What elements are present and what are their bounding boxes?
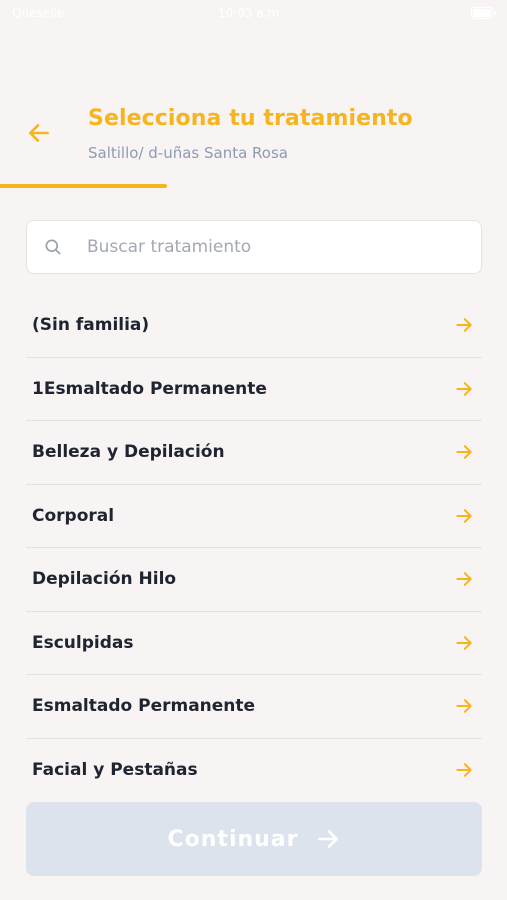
treatment-selection-screen: Queselle 10:03 a.m. Selecciona tu tratam…: [0, 0, 507, 900]
page-title: Selecciona tu tratamiento: [88, 106, 413, 131]
list-item[interactable]: (Sin familia): [26, 294, 482, 358]
arrow-right-icon: [456, 699, 472, 714]
continue-button-label: Continuar: [167, 826, 299, 852]
arrow-right-icon: [456, 318, 472, 333]
search-box[interactable]: [26, 220, 482, 274]
location-subtitle: Saltillo/ d-uñas Santa Rosa: [88, 144, 288, 162]
step-progress-bar: [0, 184, 507, 188]
treatment-family-list: (Sin familia) 1Esmaltado Permanente Bellez…: [26, 294, 482, 802]
carrier-label: Queselle: [12, 6, 65, 20]
arrow-left-icon: [29, 124, 49, 142]
list-item-label: Esmaltado Permanente: [32, 696, 256, 717]
status-bar: Queselle 10:03 a.m.: [0, 0, 507, 28]
list-item[interactable]: Corporal: [26, 485, 482, 548]
list-item[interactable]: Facial y Pestañas: [26, 739, 482, 803]
list-item-label: Esculpidas: [32, 632, 134, 653]
arrow-right-icon: [456, 445, 472, 460]
step-progress-fill: [0, 184, 168, 188]
list-item-label: Belleza y Depilación: [32, 442, 225, 463]
search-input[interactable]: [87, 237, 417, 257]
list-item-label: Facial y Pestañas: [32, 760, 198, 781]
list-item[interactable]: Esmaltado Permanente: [26, 675, 482, 739]
continue-button[interactable]: Continuar: [26, 802, 482, 876]
list-item-label: (Sin familia): [32, 315, 150, 336]
list-item[interactable]: Belleza y Depilación: [26, 421, 482, 485]
list-item[interactable]: Esculpidas: [26, 612, 482, 675]
back-button[interactable]: [22, 116, 56, 150]
arrow-right-icon: [456, 381, 472, 396]
header: Selecciona tu tratamiento Saltillo/ d-uñ…: [0, 96, 507, 176]
list-item[interactable]: Depilación Hilo: [26, 548, 482, 612]
arrow-right-icon: [456, 763, 472, 778]
search-icon: [45, 239, 61, 255]
list-item-label: Corporal: [32, 505, 115, 526]
arrow-right-icon: [456, 635, 472, 650]
arrow-right-icon: [456, 508, 472, 523]
clock: 10:03 a.m.: [218, 6, 284, 20]
arrow-right-icon: [317, 830, 338, 848]
list-item[interactable]: 1Esmaltado Permanente: [26, 358, 482, 421]
arrow-right-icon: [456, 572, 472, 587]
list-item-label: 1Esmaltado Permanente: [32, 378, 267, 399]
battery-icon: [471, 7, 496, 19]
list-item-label: Depilación Hilo: [32, 569, 177, 590]
